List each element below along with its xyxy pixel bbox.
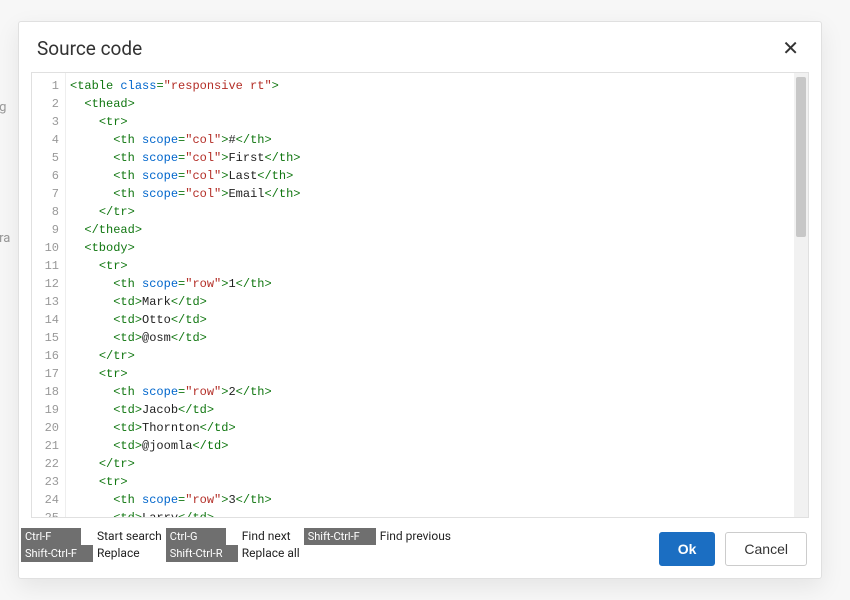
- code-line[interactable]: <th scope="row">3</th>: [70, 491, 804, 509]
- shortcut-key: Shift-Ctrl-F: [21, 545, 93, 562]
- shortcut-label: Replace all: [242, 545, 304, 562]
- line-number: 19: [32, 401, 65, 419]
- code-line[interactable]: <th scope="row">2</th>: [70, 383, 804, 401]
- shortcut-label: Find next: [242, 528, 304, 545]
- code-line[interactable]: <th scope="col">First</th>: [70, 149, 804, 167]
- line-number: 12: [32, 275, 65, 293]
- line-number: 6: [32, 167, 65, 185]
- code-line[interactable]: <td>Otto</td>: [70, 311, 804, 329]
- code-line[interactable]: <td>Mark</td>: [70, 293, 804, 311]
- code-line[interactable]: <th scope="col">#</th>: [70, 131, 804, 149]
- code-line[interactable]: <td>@joomla</td>: [70, 437, 804, 455]
- code-editor[interactable]: 1234567891011121314151617181920212223242…: [31, 72, 809, 518]
- shortcut-key: Ctrl-F: [21, 528, 81, 545]
- line-number: 13: [32, 293, 65, 311]
- code-line[interactable]: <tbody>: [70, 239, 804, 257]
- code-line[interactable]: <th scope="col">Last</th>: [70, 167, 804, 185]
- code-line[interactable]: <tr>: [70, 257, 804, 275]
- background-text: ara: [0, 231, 10, 246]
- code-line[interactable]: </tr>: [70, 347, 804, 365]
- line-number: 17: [32, 365, 65, 383]
- code-line[interactable]: <th scope="col">Email</th>: [70, 185, 804, 203]
- line-number: 9: [32, 221, 65, 239]
- code-line[interactable]: <td>Thornton</td>: [70, 419, 804, 437]
- line-number: 7: [32, 185, 65, 203]
- code-line[interactable]: <tr>: [70, 473, 804, 491]
- line-number: 8: [32, 203, 65, 221]
- keyboard-shortcuts: Ctrl-F Start search Ctrl-G Find next Shi…: [21, 528, 659, 562]
- line-number: 3: [32, 113, 65, 131]
- code-line[interactable]: <tr>: [70, 365, 804, 383]
- code-line[interactable]: <th scope="row">1</th>: [70, 275, 804, 293]
- line-number: 21: [32, 437, 65, 455]
- line-number: 22: [32, 455, 65, 473]
- code-line[interactable]: </thead>: [70, 221, 804, 239]
- vertical-scrollbar[interactable]: [794, 73, 808, 517]
- line-number: 5: [32, 149, 65, 167]
- modal-buttons: Ok Cancel: [659, 528, 807, 566]
- line-number: 4: [32, 131, 65, 149]
- shortcut-label: Find previous: [380, 528, 455, 545]
- line-number: 25: [32, 509, 65, 518]
- line-number-gutter: 1234567891011121314151617181920212223242…: [32, 73, 66, 517]
- line-number: 24: [32, 491, 65, 509]
- line-number: 20: [32, 419, 65, 437]
- line-number: 10: [32, 239, 65, 257]
- code-line[interactable]: </tr>: [70, 203, 804, 221]
- code-line[interactable]: <table class="responsive rt">: [70, 77, 804, 95]
- modal-header: Source code ✕: [19, 22, 821, 70]
- code-line[interactable]: <td>@osm</td>: [70, 329, 804, 347]
- scrollbar-thumb[interactable]: [796, 77, 806, 237]
- line-number: 2: [32, 95, 65, 113]
- close-icon[interactable]: ✕: [778, 36, 803, 60]
- code-line[interactable]: <td>Larry</td>: [70, 509, 804, 517]
- line-number: 15: [32, 329, 65, 347]
- cancel-button[interactable]: Cancel: [725, 532, 807, 566]
- background-text: ng: [0, 100, 6, 115]
- line-number: 18: [32, 383, 65, 401]
- line-number: 1: [32, 77, 65, 95]
- shortcut-key: Shift-Ctrl-R: [166, 545, 238, 562]
- shortcut-key: Shift-Ctrl-F: [304, 528, 376, 545]
- line-number: 14: [32, 311, 65, 329]
- shortcut-key: Ctrl-G: [166, 528, 226, 545]
- source-code-modal: Source code ✕ 12345678910111213141516171…: [18, 21, 822, 579]
- code-line[interactable]: <tr>: [70, 113, 804, 131]
- code-line[interactable]: <td>Jacob</td>: [70, 401, 804, 419]
- shortcut-label: Replace: [97, 545, 166, 562]
- line-number: 11: [32, 257, 65, 275]
- modal-title: Source code: [37, 37, 142, 60]
- ok-button[interactable]: Ok: [659, 532, 716, 566]
- code-line[interactable]: </tr>: [70, 455, 804, 473]
- code-textarea[interactable]: <table class="responsive rt"> <thead> <t…: [66, 73, 808, 517]
- modal-footer: Ctrl-F Start search Ctrl-G Find next Shi…: [19, 522, 821, 578]
- line-number: 23: [32, 473, 65, 491]
- shortcut-label: Start search: [97, 528, 166, 545]
- line-number: 16: [32, 347, 65, 365]
- code-line[interactable]: <thead>: [70, 95, 804, 113]
